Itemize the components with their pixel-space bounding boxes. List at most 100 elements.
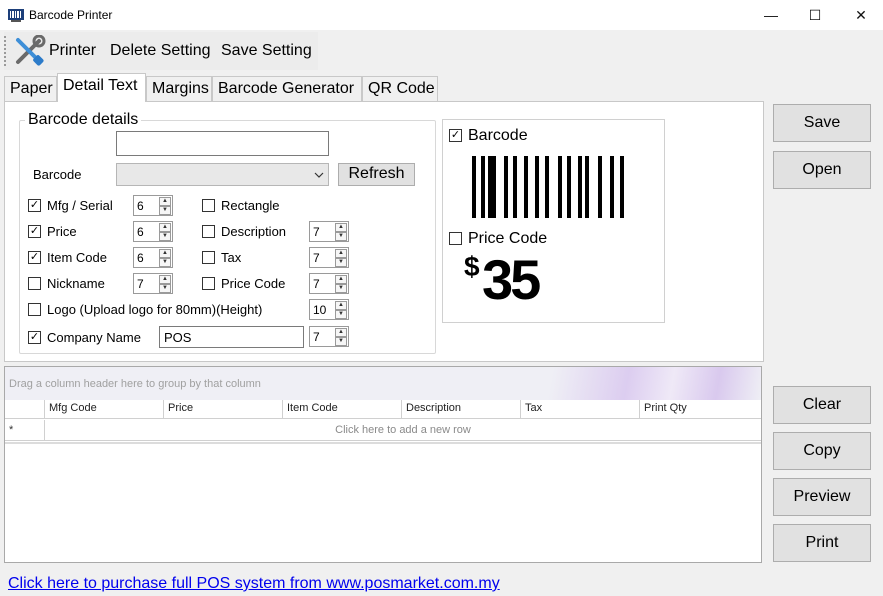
preview-price-value: 35 [482, 248, 541, 311]
column-header-price[interactable]: Price [164, 400, 283, 419]
nickname-checkbox[interactable] [28, 277, 41, 290]
company-name-checkbox[interactable]: ✓ [28, 331, 41, 344]
save-button[interactable]: Save [773, 104, 871, 142]
down-arrow-icon[interactable]: ▼ [335, 284, 347, 293]
down-arrow-icon[interactable]: ▼ [159, 206, 171, 215]
up-arrow-icon[interactable]: ▲ [159, 197, 171, 206]
checkmark-icon: ✓ [450, 129, 461, 141]
up-arrow-icon[interactable]: ▲ [335, 328, 347, 337]
tab-margins[interactable]: Margins [146, 76, 212, 101]
column-header-tax[interactable]: Tax [521, 400, 640, 419]
item-code-checkbox[interactable]: ✓ [28, 251, 41, 264]
close-button[interactable]: ✕ [838, 0, 883, 30]
printer-toolbar-item[interactable]: Printer [49, 42, 96, 60]
item-code-label: Item Code [47, 250, 107, 265]
close-icon: ✕ [855, 6, 867, 23]
logo-height-spinner[interactable]: 10 ▲ ▼ [309, 299, 349, 320]
column-header-print-qty[interactable]: Print Qty [640, 400, 761, 419]
up-arrow-icon[interactable]: ▲ [335, 223, 347, 232]
print-button[interactable]: Print [773, 524, 871, 562]
description-size-value: 7 [313, 225, 320, 239]
down-arrow-icon[interactable]: ▼ [335, 310, 347, 319]
maximize-button[interactable]: ☐ [792, 0, 838, 30]
down-arrow-icon[interactable]: ▼ [335, 258, 347, 267]
purchase-pos-link[interactable]: Click here to purchase full POS system f… [8, 575, 500, 593]
down-arrow-icon[interactable]: ▼ [335, 232, 347, 241]
preview-button[interactable]: Preview [773, 478, 871, 516]
up-arrow-icon[interactable]: ▲ [335, 275, 347, 284]
group-by-hint: Drag a column header here to group by th… [9, 378, 261, 390]
preview-barcode-checkbox[interactable]: ✓ [449, 129, 462, 142]
new-row-indicator: * [5, 420, 45, 441]
description-label: Description [221, 224, 287, 239]
checkmark-icon: ✓ [29, 251, 40, 263]
logo-height-value: 10 [313, 303, 327, 317]
tab-paper[interactable]: Paper [4, 76, 57, 101]
price-code-size-spinner[interactable]: 7 ▲ ▼ [309, 273, 349, 294]
preview-price-code-label: Price Code [468, 230, 548, 247]
tax-checkbox[interactable] [202, 251, 215, 264]
description-checkbox[interactable] [202, 225, 215, 238]
rectangle-checkbox[interactable] [202, 199, 215, 212]
down-arrow-icon[interactable]: ▼ [335, 337, 347, 346]
barcode-graphic [472, 156, 624, 218]
price-checkbox[interactable]: ✓ [28, 225, 41, 238]
price-code-label: Price Code [221, 276, 286, 291]
mfg-serial-label: Mfg / Serial [47, 198, 113, 213]
up-arrow-icon[interactable]: ▲ [159, 275, 171, 284]
column-header-description[interactable]: Description [402, 400, 521, 419]
add-new-row[interactable]: Click here to add a new row [45, 420, 761, 441]
down-arrow-icon[interactable]: ▼ [159, 232, 171, 241]
tab-barcode-generator[interactable]: Barcode Generator [212, 76, 362, 101]
save-setting-toolbar-item[interactable]: Save Setting [221, 42, 312, 60]
down-arrow-icon[interactable]: ▼ [159, 258, 171, 267]
mfg-serial-size-spinner[interactable]: 6 ▲ ▼ [133, 195, 173, 216]
copy-button[interactable]: Copy [773, 432, 871, 470]
down-arrow-icon[interactable]: ▼ [159, 284, 171, 293]
company-name-input[interactable] [159, 326, 304, 348]
up-arrow-icon[interactable]: ▲ [335, 301, 347, 310]
up-arrow-icon[interactable]: ▲ [335, 249, 347, 258]
nickname-size-spinner[interactable]: 7 ▲ ▼ [133, 273, 173, 294]
price-code-size-value: 7 [313, 277, 320, 291]
nickname-size-value: 7 [137, 277, 144, 291]
company-name-size-spinner[interactable]: 7 ▲ ▼ [309, 326, 349, 347]
item-code-size-spinner[interactable]: 6 ▲ ▼ [133, 247, 173, 268]
clear-button[interactable]: Clear [773, 386, 871, 424]
row-indicator-header [5, 400, 45, 419]
open-button[interactable]: Open [773, 151, 871, 189]
description-size-spinner[interactable]: 7 ▲ ▼ [309, 221, 349, 242]
rectangle-label: Rectangle [221, 198, 280, 213]
logo-checkbox[interactable] [28, 303, 41, 316]
barcode-printer-app-icon [8, 9, 24, 22]
mfg-serial-checkbox[interactable]: ✓ [28, 199, 41, 212]
delete-setting-toolbar-item[interactable]: Delete Setting [110, 42, 211, 60]
preview-currency-symbol: $ [464, 251, 480, 282]
label-preview [442, 119, 665, 323]
tab-qr-code[interactable]: QR Code [362, 76, 438, 101]
price-code-checkbox[interactable] [202, 277, 215, 290]
refresh-button[interactable]: Refresh [338, 163, 415, 186]
up-arrow-icon[interactable]: ▲ [159, 223, 171, 232]
column-header-item-code[interactable]: Item Code [283, 400, 402, 419]
tab-detail-text[interactable]: Detail Text [57, 73, 146, 102]
minimize-button[interactable]: — [748, 0, 794, 30]
up-arrow-icon[interactable]: ▲ [159, 249, 171, 258]
toolbar-grip[interactable] [4, 36, 7, 66]
preview-barcode-label: Barcode [468, 127, 528, 144]
price-label: Price [47, 224, 77, 239]
company-name-size-value: 7 [313, 330, 320, 344]
price-size-spinner[interactable]: 6 ▲ ▼ [133, 221, 173, 242]
preview-price-code-checkbox[interactable] [449, 232, 462, 245]
nickname-label: Nickname [47, 276, 105, 291]
chevron-down-icon [314, 172, 324, 178]
wrench-screwdriver-icon[interactable] [12, 35, 46, 67]
barcode-dropdown[interactable] [116, 163, 329, 186]
column-header-mfg-code[interactable]: Mfg Code [45, 400, 164, 419]
company-name-label: Company Name [47, 330, 141, 345]
checkmark-icon: ✓ [29, 331, 40, 343]
tax-size-value: 7 [313, 251, 320, 265]
checkmark-icon: ✓ [29, 225, 40, 237]
barcode-details-top-input[interactable] [116, 131, 329, 156]
tax-size-spinner[interactable]: 7 ▲ ▼ [309, 247, 349, 268]
